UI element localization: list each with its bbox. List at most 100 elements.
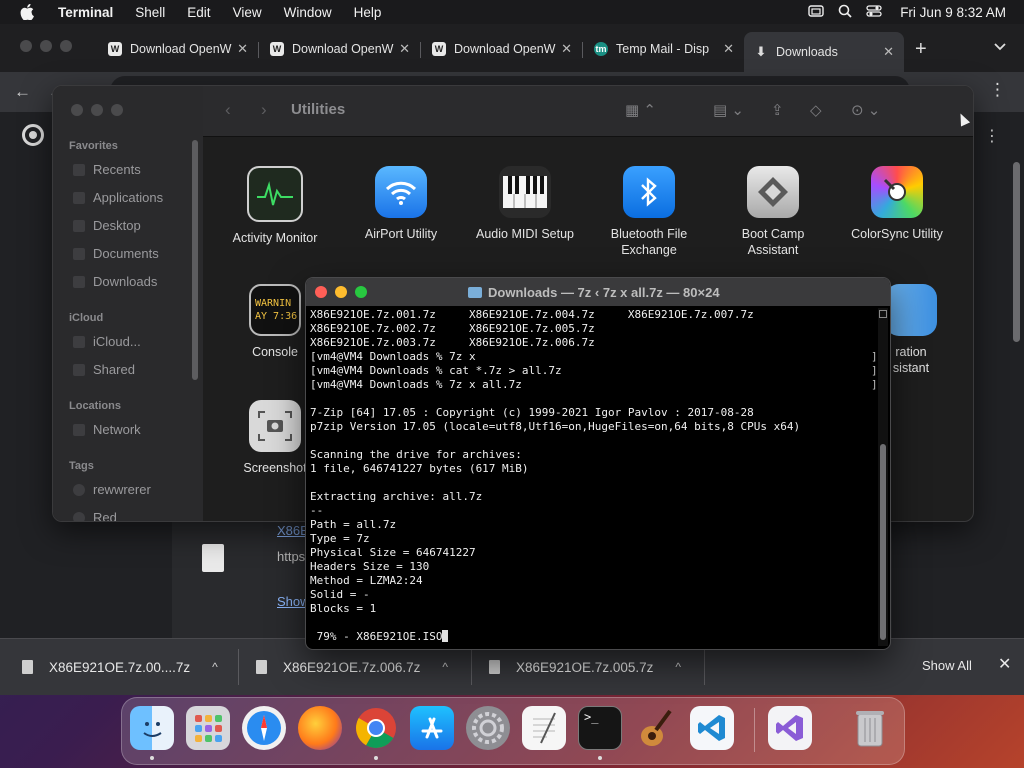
sidebar-item-recents[interactable]: Recents — [73, 162, 141, 177]
firefox-icon[interactable] — [298, 706, 342, 750]
more-actions-icon[interactable]: ⊙ ⌄ — [851, 101, 880, 119]
tab-close-icon[interactable]: ✕ — [237, 41, 248, 57]
garageband-icon[interactable] — [634, 706, 678, 750]
terminal-line: X86E921OE.7z.001.7z X86E921OE.7z.004.7z … — [310, 308, 754, 321]
close-button[interactable] — [315, 286, 327, 298]
system-settings-icon[interactable] — [466, 706, 510, 750]
apple-icon[interactable] — [18, 3, 36, 21]
menu-clock[interactable]: Fri Jun 9 8:32 AM — [900, 5, 1006, 20]
app-bluetooth-file-exchange[interactable]: Bluetooth File Exchange — [589, 166, 709, 258]
tab-downloads[interactable]: ⬇ Downloads ✕ — [744, 32, 904, 72]
page-scrollbar[interactable] — [1013, 162, 1020, 342]
back-chevron-icon[interactable]: ‹ — [225, 100, 231, 120]
sidebar-item-desktop[interactable]: Desktop — [73, 218, 141, 233]
download-url[interactable]: https — [277, 549, 305, 564]
launchpad-icon[interactable] — [186, 706, 230, 750]
sidebar-item-tag[interactable]: rewwrerer — [73, 482, 151, 497]
share-icon[interactable]: ⇪ — [771, 101, 784, 119]
textedit-icon[interactable] — [522, 706, 566, 750]
shelf-item[interactable]: X86E921OE.7z.00....7z ^ — [22, 639, 218, 695]
visual-studio-icon[interactable] — [768, 706, 812, 750]
clock-icon — [73, 163, 85, 176]
finder-icon[interactable] — [130, 706, 174, 750]
sidebar-item-applications[interactable]: Applications — [73, 190, 163, 205]
menu-edit[interactable]: Edit — [187, 5, 210, 20]
trash-icon[interactable] — [848, 706, 892, 750]
app-activity-monitor[interactable]: Activity Monitor — [215, 166, 335, 246]
piano-keyboard-icon — [499, 166, 551, 218]
spotlight-search-icon[interactable] — [838, 4, 852, 21]
chevron-up-icon[interactable]: ^ — [675, 660, 681, 674]
app-airport-utility[interactable]: AirPort Utility — [341, 166, 461, 242]
tab-title: Downloads — [776, 45, 838, 59]
zoom-button[interactable] — [111, 104, 123, 116]
back-arrow-icon[interactable]: ← — [14, 82, 31, 102]
dock: >_ — [121, 697, 905, 765]
view-grid-icon[interactable]: ▦ ⌃ — [625, 101, 656, 119]
terminal-output[interactable]: X86E921OE.7z.001.7z X86E921OE.7z.004.7z … — [310, 308, 872, 646]
minimize-button[interactable] — [91, 104, 103, 116]
app-store-icon[interactable] — [410, 706, 454, 750]
close-button[interactable] — [20, 40, 32, 52]
menu-shell[interactable]: Shell — [135, 5, 165, 20]
terminal-icon[interactable]: >_ — [578, 706, 622, 750]
chevron-up-icon[interactable]: ^ — [442, 660, 448, 674]
menu-window[interactable]: Window — [284, 5, 332, 20]
control-center-icon[interactable] — [866, 4, 882, 20]
migration-assistant-icon — [885, 284, 937, 336]
cloud-icon — [73, 335, 85, 348]
tab-close-icon[interactable]: ✕ — [399, 41, 410, 57]
app-boot-camp-assistant[interactable]: Boot Camp Assistant — [713, 166, 833, 258]
group-icon[interactable]: ▤ ⌄ — [713, 101, 744, 119]
sidebar-item-shared[interactable]: Shared — [73, 362, 135, 377]
app-colorsync-utility[interactable]: ColorSync Utility — [837, 166, 957, 242]
new-tab-button[interactable]: + — [915, 38, 927, 61]
chevron-up-icon[interactable]: ^ — [212, 660, 218, 674]
minimize-button[interactable] — [40, 40, 52, 52]
chrome-icon[interactable] — [354, 706, 398, 750]
tab-openwrt-3[interactable]: W Download OpenW ✕ — [422, 34, 582, 64]
forward-chevron-icon[interactable]: › — [261, 100, 267, 120]
close-button[interactable] — [71, 104, 83, 116]
chrome-window-controls[interactable] — [20, 40, 72, 52]
close-icon[interactable]: ✕ — [998, 654, 1011, 674]
sidebar-item-documents[interactable]: Documents — [73, 246, 159, 261]
desktop-icon — [73, 219, 85, 232]
sidebar-scrollbar[interactable] — [192, 140, 198, 380]
zoom-button[interactable] — [355, 286, 367, 298]
terminal-scrollbar[interactable] — [878, 308, 888, 646]
tag-icon[interactable]: ◇ — [810, 101, 822, 119]
tab-close-icon[interactable]: ✕ — [561, 41, 572, 57]
activity-monitor-icon — [247, 166, 303, 222]
screen-mirroring-icon[interactable] — [808, 4, 824, 20]
sidebar-item-tag-red[interactable]: Red — [73, 510, 117, 521]
sidebar-item-icloud-drive[interactable]: iCloud... — [73, 334, 141, 349]
tab-temp-mail[interactable]: tm Temp Mail - Disp ✕ — [584, 34, 744, 64]
scroll-thumb[interactable] — [880, 444, 886, 640]
tab-openwrt-2[interactable]: W Download OpenW ✕ — [260, 34, 420, 64]
sidebar-item-downloads[interactable]: Downloads — [73, 274, 157, 289]
vscode-icon[interactable] — [690, 706, 734, 750]
tab-close-icon[interactable]: ✕ — [883, 44, 894, 60]
sidebar-item-network[interactable]: Network — [73, 422, 141, 437]
downloads-menu-icon[interactable]: ⋮ — [984, 126, 1000, 146]
download-icon — [73, 275, 85, 288]
zoom-button[interactable] — [60, 40, 72, 52]
terminal-window-controls[interactable] — [315, 286, 367, 298]
tab-openwrt-1[interactable]: W Download OpenW ✕ — [98, 34, 258, 64]
file-icon — [489, 660, 500, 674]
tab-close-icon[interactable]: ✕ — [723, 41, 734, 57]
menu-app-name[interactable]: Terminal — [58, 5, 113, 20]
finder-window-controls[interactable] — [71, 104, 123, 116]
menu-help[interactable]: Help — [354, 5, 382, 20]
safari-icon[interactable] — [242, 706, 286, 750]
show-all-button[interactable]: Show All — [922, 658, 972, 673]
menu-view[interactable]: View — [233, 5, 262, 20]
tab-search-chevron-icon[interactable] — [994, 40, 1006, 54]
console-icon-text: WARNIN AY 7:36 — [255, 298, 298, 322]
app-audio-midi-setup[interactable]: Audio MIDI Setup — [465, 166, 585, 242]
minimize-button[interactable] — [335, 286, 347, 298]
chrome-menu-icon[interactable]: ⋮ — [989, 80, 1006, 100]
